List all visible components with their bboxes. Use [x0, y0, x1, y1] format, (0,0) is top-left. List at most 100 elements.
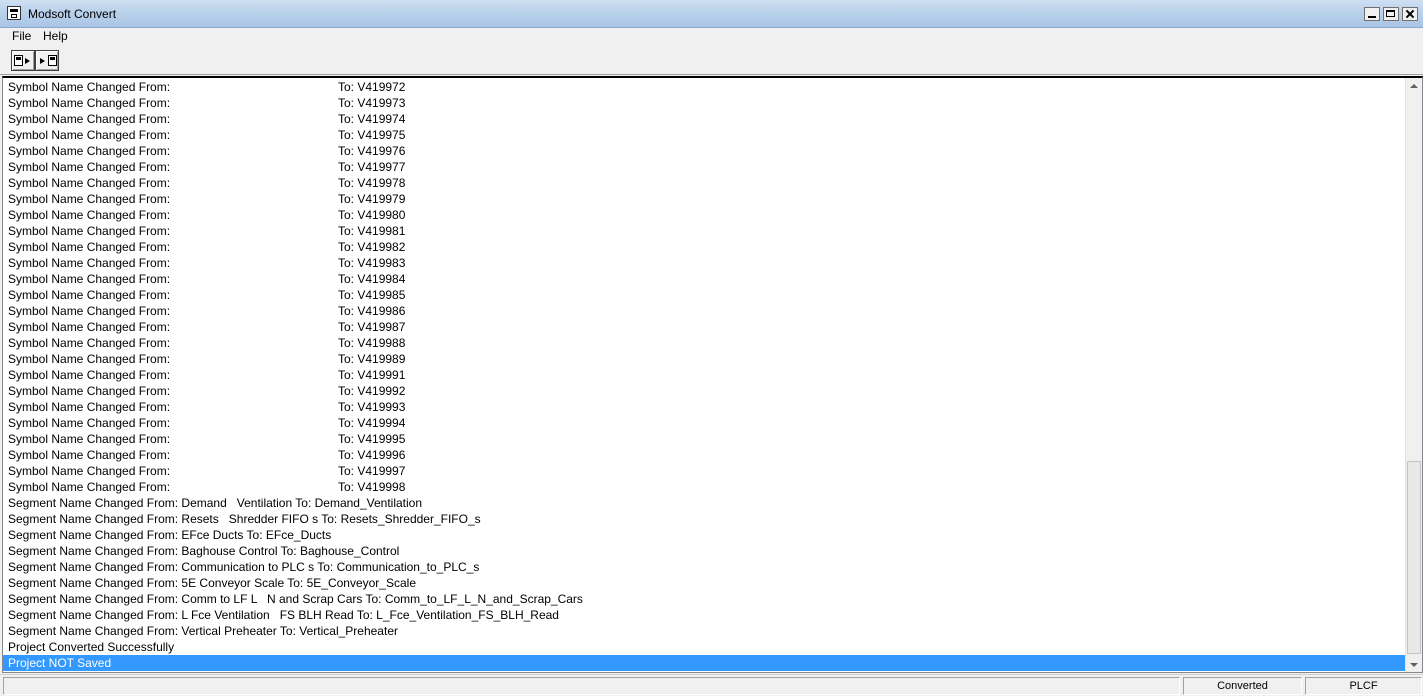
log-symbol-target: To: V419982 — [338, 240, 406, 254]
vertical-scrollbar[interactable] — [1405, 78, 1422, 672]
export-disk-icon — [14, 55, 23, 66]
title-bar[interactable]: Modsoft Convert — [0, 0, 1423, 28]
log-line-symbol[interactable]: Symbol Name Changed From: To: V419989 — [8, 351, 1406, 367]
status-pane-mode: PLCF — [1305, 677, 1422, 695]
log-line-symbol[interactable]: Symbol Name Changed From: To: V419988 — [8, 335, 1406, 351]
log-line-symbol[interactable]: Symbol Name Changed From: To: V419973 — [8, 95, 1406, 111]
log-symbol-prefix: Symbol Name Changed From: — [8, 384, 171, 398]
menu-bar: File Help — [0, 28, 1423, 46]
log-symbol-target: To: V419994 — [338, 416, 406, 430]
log-symbol-prefix: Symbol Name Changed From: — [8, 192, 171, 206]
log-symbol-target: To: V419989 — [338, 352, 406, 366]
log-symbol-prefix: Symbol Name Changed From: — [8, 288, 171, 302]
log-line-selected[interactable]: Project NOT Saved — [3, 655, 1406, 671]
log-line-symbol[interactable]: Symbol Name Changed From: To: V419983 — [8, 255, 1406, 271]
log-symbol-target: To: V419978 — [338, 176, 406, 190]
log-line-symbol[interactable]: Symbol Name Changed From: To: V419972 — [8, 79, 1406, 95]
log-lines: Symbol Name Changed From: To: V419972 Symb… — [3, 79, 1406, 671]
menu-help[interactable]: Help — [38, 28, 73, 46]
log-line-symbol[interactable]: Symbol Name Changed From: To: V419995 — [8, 431, 1406, 447]
log-symbol-prefix: Symbol Name Changed From: — [8, 208, 171, 222]
log-line-symbol[interactable]: Symbol Name Changed From: To: V419985 — [8, 287, 1406, 303]
status-bar: Converted PLCF — [0, 674, 1423, 696]
log-symbol-target: To: V419997 — [338, 464, 406, 478]
log-symbol-target: To: V419992 — [338, 384, 406, 398]
maximize-button[interactable] — [1383, 7, 1399, 21]
log-line-symbol[interactable]: Symbol Name Changed From: To: V419979 — [8, 191, 1406, 207]
log-symbol-prefix: Symbol Name Changed From: — [8, 368, 171, 382]
log-symbol-prefix: Symbol Name Changed From: — [8, 464, 171, 478]
log-symbol-target: To: V419974 — [338, 112, 406, 126]
export-button[interactable] — [11, 50, 35, 71]
log-line-symbol[interactable]: Symbol Name Changed From: To: V419987 — [8, 319, 1406, 335]
log-line-symbol[interactable]: Symbol Name Changed From: To: V419976 — [8, 143, 1406, 159]
log-symbol-target: To: V419979 — [338, 192, 406, 206]
log-symbol-prefix: Symbol Name Changed From: — [8, 144, 171, 158]
log-symbol-target: To: V419976 — [338, 144, 406, 158]
log-line-symbol[interactable]: Symbol Name Changed From: To: V419981 — [8, 223, 1406, 239]
close-button[interactable] — [1402, 7, 1418, 21]
log-symbol-prefix: Symbol Name Changed From: — [8, 448, 171, 462]
log-line-segment[interactable]: Segment Name Changed From: Communication… — [8, 559, 1406, 575]
log-line-segment[interactable]: Segment Name Changed From: Demand Ventil… — [8, 495, 1406, 511]
log-symbol-target: To: V419998 — [338, 480, 406, 494]
log-symbol-prefix: Symbol Name Changed From: — [8, 128, 171, 142]
log-symbol-prefix: Symbol Name Changed From: — [8, 80, 171, 94]
log-symbol-prefix: Symbol Name Changed From: — [8, 224, 171, 238]
log-line-symbol[interactable]: Symbol Name Changed From: To: V419982 — [8, 239, 1406, 255]
log-line-symbol[interactable]: Symbol Name Changed From: To: V419993 — [8, 399, 1406, 415]
scroll-down-icon[interactable] — [1406, 656, 1422, 672]
log-line-symbol[interactable]: Symbol Name Changed From: To: V419997 — [8, 463, 1406, 479]
log-line-segment[interactable]: Segment Name Changed From: Baghouse Cont… — [8, 543, 1406, 559]
log-line-symbol[interactable]: Symbol Name Changed From: To: V419974 — [8, 111, 1406, 127]
log-line-symbol[interactable]: Symbol Name Changed From: To: V419996 — [8, 447, 1406, 463]
log-line-segment[interactable]: Segment Name Changed From: 5E Conveyor S… — [8, 575, 1406, 591]
minimize-button[interactable] — [1364, 7, 1380, 21]
log-line-symbol[interactable]: Symbol Name Changed From: To: V419991 — [8, 367, 1406, 383]
status-pane-state: Converted — [1183, 677, 1302, 695]
log-symbol-prefix: Symbol Name Changed From: — [8, 256, 171, 270]
log-symbol-prefix: Symbol Name Changed From: — [8, 320, 171, 334]
log-line-symbol[interactable]: Symbol Name Changed From: To: V419992 — [8, 383, 1406, 399]
log-symbol-target: To: V419991 — [338, 368, 406, 382]
status-pane-main — [3, 677, 1180, 695]
log-line-symbol[interactable]: Symbol Name Changed From: To: V419975 — [8, 127, 1406, 143]
log-line-segment[interactable]: Segment Name Changed From: Comm to LF L … — [8, 591, 1406, 607]
log-line-symbol[interactable]: Symbol Name Changed From: To: V419984 — [8, 271, 1406, 287]
log-line-symbol[interactable]: Symbol Name Changed From: To: V419998 — [8, 479, 1406, 495]
log-symbol-prefix: Symbol Name Changed From: — [8, 160, 171, 174]
log-line-segment[interactable]: Segment Name Changed From: Resets Shredd… — [8, 511, 1406, 527]
import-disk-icon — [48, 55, 57, 66]
log-line-symbol[interactable]: Symbol Name Changed From: To: V419977 — [8, 159, 1406, 175]
log-symbol-prefix: Symbol Name Changed From: — [8, 240, 171, 254]
log-line-symbol[interactable]: Symbol Name Changed From: To: V419980 — [8, 207, 1406, 223]
log-symbol-target: To: V419983 — [338, 256, 406, 270]
log-line-segment[interactable]: Segment Name Changed From: EFce Ducts To… — [8, 527, 1406, 543]
import-button[interactable] — [35, 50, 59, 71]
log-symbol-target: To: V419995 — [338, 432, 406, 446]
conversion-log-list[interactable]: Symbol Name Changed From: To: V419972 Symb… — [2, 76, 1423, 673]
log-symbol-target: To: V419977 — [338, 160, 406, 174]
menu-file[interactable]: File — [7, 28, 36, 46]
log-line-segment[interactable]: Segment Name Changed From: L Fce Ventila… — [8, 607, 1406, 623]
log-line-symbol[interactable]: Symbol Name Changed From: To: V419986 — [8, 303, 1406, 319]
log-symbol-target: To: V419986 — [338, 304, 406, 318]
log-symbol-prefix: Symbol Name Changed From: — [8, 96, 171, 110]
log-line-symbol[interactable]: Symbol Name Changed From: To: V419994 — [8, 415, 1406, 431]
log-symbol-prefix: Symbol Name Changed From: — [8, 112, 171, 126]
log-symbol-target: To: V419987 — [338, 320, 406, 334]
scroll-up-icon[interactable] — [1406, 78, 1422, 95]
log-symbol-target: To: V419972 — [338, 80, 406, 94]
log-symbol-target: To: V419985 — [338, 288, 406, 302]
log-symbol-prefix: Symbol Name Changed From: — [8, 272, 171, 286]
log-line-symbol[interactable]: Symbol Name Changed From: To: V419978 — [8, 175, 1406, 191]
log-line-segment[interactable]: Segment Name Changed From: Vertical Preh… — [8, 623, 1406, 639]
log-symbol-target: To: V419980 — [338, 208, 406, 222]
log-symbol-target: To: V419981 — [338, 224, 406, 238]
log-symbol-target: To: V419973 — [338, 96, 406, 110]
log-symbol-target: To: V419993 — [338, 400, 406, 414]
scroll-thumb[interactable] — [1407, 461, 1421, 654]
app-icon[interactable] — [7, 6, 21, 20]
log-line-converted[interactable]: Project Converted Successfully — [8, 639, 1406, 655]
log-symbol-prefix: Symbol Name Changed From: — [8, 480, 171, 494]
